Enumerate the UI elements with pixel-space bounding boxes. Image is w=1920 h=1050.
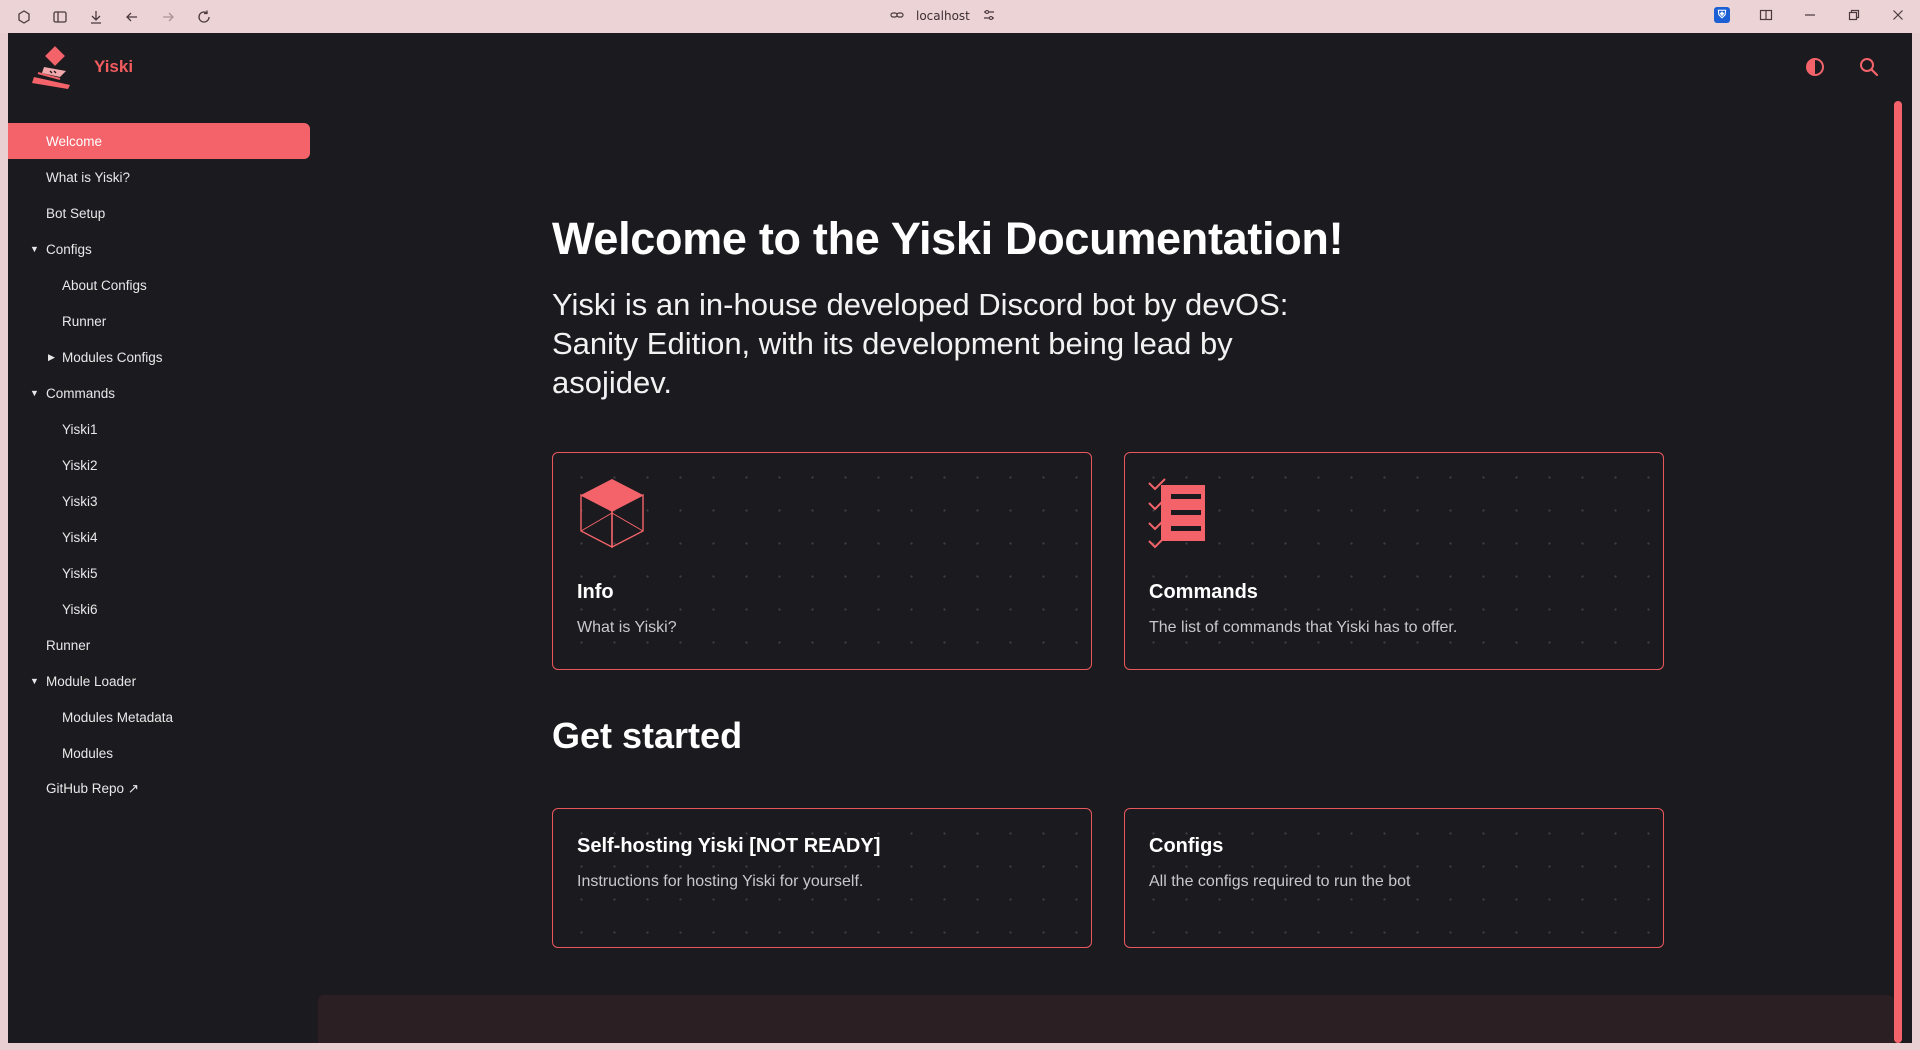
brand-name[interactable]: Yiski [94,57,133,77]
card-desc: The list of commands that Yiski has to o… [1149,619,1458,636]
restore-icon[interactable] [1846,7,1862,23]
theme-toggle-icon[interactable] [1804,56,1826,78]
sidebar-item-yiski5[interactable]: Yiski5 [8,555,310,591]
sidebar-item-label: What is Yiski? [46,169,131,185]
main-content: Welcome to the Yiski Documentation! Yisk… [552,33,1672,1043]
sidebar-item-label: Runner [62,313,107,329]
address-bar[interactable]: localhost [890,7,996,25]
checklist-icon [1147,477,1219,553]
sidebar-item-label: Bot Setup [46,205,106,221]
reload-icon[interactable] [196,9,212,25]
sidebar-item-label: Welcome [46,133,103,149]
page-lead: Yiski is an in-house developed Discord b… [552,287,1289,400]
sidebar-item-label: Yiski3 [62,493,98,509]
info-card[interactable]: Info What is Yiski? [552,452,1092,670]
card-desc: All the configs required to run the bot [1149,873,1411,890]
extensions-icon[interactable] [16,9,32,25]
forward-icon[interactable] [160,9,176,25]
configs-card[interactable]: Configs All the configs required to run … [1124,808,1664,948]
scrollbar-thumb[interactable] [1894,101,1902,1043]
card-title: Self-hosting Yiski [NOT READY] [577,835,881,857]
sidebar-item-label: Modules [62,745,114,761]
sidebar-item-label: GitHub Repo ↗ [46,781,140,796]
app-window: Yiski Welcome What is Yiski? Bot Setup ▼… [8,33,1912,1043]
sidebar-item-label: Modules Configs [62,349,163,365]
back-icon[interactable] [124,9,140,25]
sidebar-nav: Welcome What is Yiski? Bot Setup ▼ Config… [8,123,310,807]
close-icon[interactable] [1890,7,1906,23]
sidebar-item-runner-config[interactable]: Runner [8,303,310,339]
sidebar-item-yiski4[interactable]: Yiski4 [8,519,310,555]
sidebar-item-label: Yiski6 [62,601,98,617]
sidebar-item-commands[interactable]: ▼ Commands [8,375,310,411]
sidebar-item-label: Yiski5 [62,565,98,581]
commands-card[interactable]: Commands The list of commands that Yiski… [1124,452,1664,670]
cube-icon [579,477,645,553]
page-scrollbar[interactable] [1894,101,1902,1043]
sidebar-item-github-repo[interactable]: GitHub Repo ↗ [8,771,310,807]
caret-down-icon[interactable]: ▼ [30,388,39,398]
search-icon[interactable] [1858,56,1880,78]
card-desc: Instructions for hosting Yiski for yours… [577,873,864,890]
minimize-icon[interactable] [1802,7,1818,23]
sidebar-item-yiski1[interactable]: Yiski1 [8,411,310,447]
sidebar-item-configs[interactable]: ▼ Configs [8,231,310,267]
sidebar-item-yiski3[interactable]: Yiski3 [8,483,310,519]
page-title: Welcome to the Yiski Documentation! [552,213,1344,264]
sidebar-item-label: About Configs [62,277,147,293]
yiski-logo[interactable] [30,43,78,93]
sidebar-item-module-loader[interactable]: ▼ Module Loader [8,663,310,699]
sidebar-item-label: Yiski1 [62,421,98,437]
footer-panel [318,995,1894,1043]
sidebar-item-modules-configs[interactable]: ▶ Modules Configs [8,339,310,375]
sidebar-item-what-is-yiski[interactable]: What is Yiski? [8,159,310,195]
caret-down-icon[interactable]: ▼ [30,244,39,254]
site-settings-icon[interactable] [982,8,996,25]
card-desc: What is Yiski? [577,619,677,636]
sidebar-item-label: Module Loader [46,673,137,689]
download-icon[interactable] [88,9,104,25]
sidebar-item-runner[interactable]: Runner [8,627,310,663]
sidebar-item-label: Configs [46,241,92,257]
card-title: Configs [1149,835,1224,857]
password-manager-icon[interactable]: ⛨ [1714,7,1730,23]
sidebar-item-modules[interactable]: Modules [8,735,310,771]
split-view-icon[interactable] [1758,7,1774,23]
card-title: Commands [1149,581,1258,603]
self-hosting-card[interactable]: Self-hosting Yiski [NOT READY] Instructi… [552,808,1092,948]
caret-down-icon[interactable]: ▼ [30,676,39,686]
link-icon [890,8,904,25]
sidebar-toggle-icon[interactable] [52,9,68,25]
sidebar-item-yiski2[interactable]: Yiski2 [8,447,310,483]
sidebar-item-label: Commands [46,385,116,401]
sidebar-item-modules-metadata[interactable]: Modules Metadata [8,699,310,735]
sidebar-item-label: Yiski2 [62,457,98,473]
sidebar-item-bot-setup[interactable]: Bot Setup [8,195,310,231]
sidebar-item-about-configs[interactable]: About Configs [8,267,310,303]
sidebar-item-welcome[interactable]: Welcome [8,123,310,159]
section-heading-get-started: Get started [552,715,743,756]
url-text: localhost [916,9,970,23]
browser-toolbar: localhost ⛨ [0,0,1920,33]
sidebar-item-yiski6[interactable]: Yiski6 [8,591,310,627]
sidebar-item-label: Modules Metadata [62,709,174,725]
card-title: Info [577,581,614,603]
caret-right-icon[interactable]: ▶ [48,352,55,363]
sidebar-item-label: Yiski4 [62,529,98,545]
sidebar-item-label: Runner [46,637,91,653]
